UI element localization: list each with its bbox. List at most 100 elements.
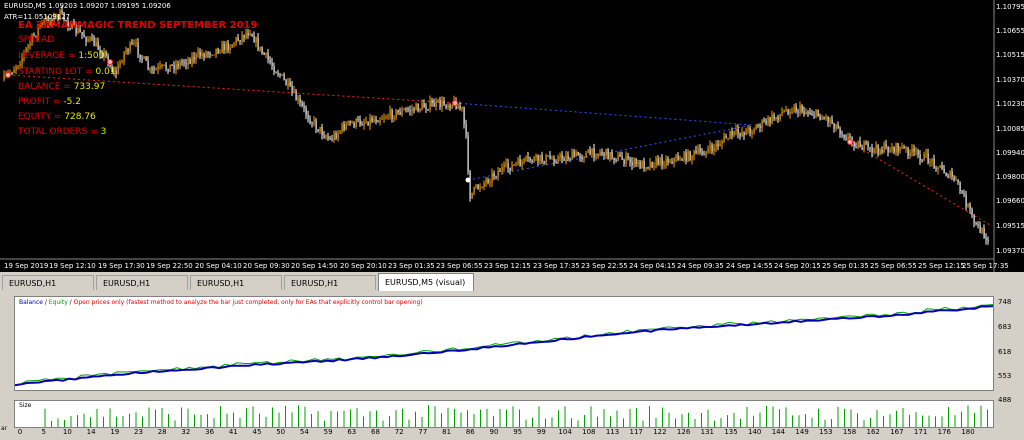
candle-body <box>787 109 789 115</box>
candle-body <box>777 117 779 120</box>
candle-body <box>573 151 575 157</box>
candle-body <box>329 138 331 140</box>
candle-body <box>525 156 527 159</box>
trade-marker <box>107 59 113 65</box>
candle-body <box>829 119 831 123</box>
candle-body <box>391 109 393 119</box>
candle-body <box>955 179 957 181</box>
candle-body <box>633 158 635 166</box>
candle-body <box>527 156 529 158</box>
candle-body <box>275 72 277 74</box>
candle-body <box>413 108 415 111</box>
candle-body <box>567 155 569 160</box>
time-tick: 25 Sep 17:35 <box>962 262 1009 270</box>
candle-body <box>85 37 87 42</box>
candle-body <box>653 166 655 168</box>
candle-body <box>197 51 199 54</box>
candle-body <box>431 100 433 103</box>
candle-body <box>175 63 177 70</box>
candle-body <box>859 141 861 147</box>
candle-body <box>531 160 533 162</box>
candle-body <box>353 122 355 127</box>
candle-body <box>367 121 369 126</box>
candle-body <box>129 42 131 52</box>
price-tick: 1.10230 <box>996 100 1024 108</box>
candle-body <box>217 48 219 53</box>
candle-body <box>15 66 17 70</box>
candle-body <box>351 122 353 124</box>
time-tick: 25 Sep 12:15 <box>918 262 965 270</box>
candle-body <box>109 64 111 67</box>
candle-body <box>255 37 257 43</box>
time-tick: 25 Sep 01:35 <box>822 262 869 270</box>
candle-body <box>183 62 185 64</box>
balance-line <box>15 305 993 387</box>
candle-body <box>581 157 583 159</box>
candle-body <box>689 151 691 160</box>
candle-body <box>543 161 545 164</box>
candle-body <box>449 105 451 109</box>
candle-body <box>503 164 505 168</box>
graph-x-tick: 45 <box>252 428 262 436</box>
candle-body <box>541 155 543 162</box>
candle-body <box>403 109 405 111</box>
candle-body <box>167 68 169 72</box>
candle-body <box>159 65 161 68</box>
candle-body <box>667 158 669 163</box>
candle-body <box>289 82 291 86</box>
candle-body <box>325 136 327 138</box>
graph-x-tick: 90 <box>489 428 499 436</box>
trade-marker <box>5 72 11 78</box>
tab-eurusd-h1-2[interactable]: EURUSD,H1 (visual) <box>96 275 188 303</box>
candle-body <box>807 112 809 114</box>
trade-marker <box>847 139 853 145</box>
candle-body <box>957 179 959 183</box>
candle-body <box>941 165 943 169</box>
graph-legend: Balance / Equity / Open prices only (fas… <box>19 299 423 306</box>
tab-eurusd-h1-4[interactable]: EURUSD,H1 (visual) <box>284 275 376 303</box>
candle-body <box>673 157 675 164</box>
equity-line <box>15 304 993 386</box>
candle-body <box>881 150 883 153</box>
graph-x-tick: 131 <box>700 428 714 436</box>
candle-body <box>333 133 335 141</box>
tab-eurusd-m5[interactable]: EURUSD,M5 (visual) <box>378 273 474 291</box>
candle-body <box>285 79 287 86</box>
candle-body <box>659 157 661 165</box>
candle-body <box>743 132 745 136</box>
candle-body <box>105 51 107 56</box>
price-tick: 1.09800 <box>996 173 1024 181</box>
candle-body <box>613 157 615 161</box>
candle-body <box>763 120 765 122</box>
candle-body <box>737 129 739 134</box>
tester-graph-panel: Balance / Equity / Open prices only (fas… <box>0 292 1024 440</box>
candle-body <box>13 69 15 74</box>
candle-body <box>731 131 733 136</box>
candle-body <box>93 37 95 47</box>
tab-eurusd-h1-3[interactable]: EURUSD,H1 (visual) <box>190 275 282 303</box>
buy-trade-line <box>454 102 753 126</box>
candle-body <box>341 124 343 131</box>
candle-body <box>913 148 915 152</box>
price-tick: 1.10085 <box>996 125 1024 133</box>
graph-y-tick: 488 <box>998 396 1012 404</box>
candle-body <box>181 61 183 63</box>
candle-body <box>441 100 443 107</box>
tab-eurusd-h1-1[interactable]: EURUSD,H1 (visual) <box>2 275 94 303</box>
time-tick: 20 Sep 04:10 <box>195 262 242 270</box>
candle-body <box>649 161 651 168</box>
candle-body <box>771 115 773 123</box>
candle-body <box>397 110 399 112</box>
candle-body <box>827 117 829 123</box>
candle-body <box>627 155 629 159</box>
candle-body <box>671 161 673 164</box>
candle-body <box>759 125 761 128</box>
candle-body <box>359 119 361 125</box>
price-chart[interactable]: EURUSD,M5 1.09203 1.09207 1.09195 1.0920… <box>0 0 1024 272</box>
graph-x-tick: 32 <box>181 428 191 436</box>
candle-body <box>401 109 403 115</box>
candle-body <box>365 121 367 123</box>
candle-body <box>195 53 197 60</box>
candle-body <box>933 158 935 169</box>
candle-body <box>849 136 851 138</box>
